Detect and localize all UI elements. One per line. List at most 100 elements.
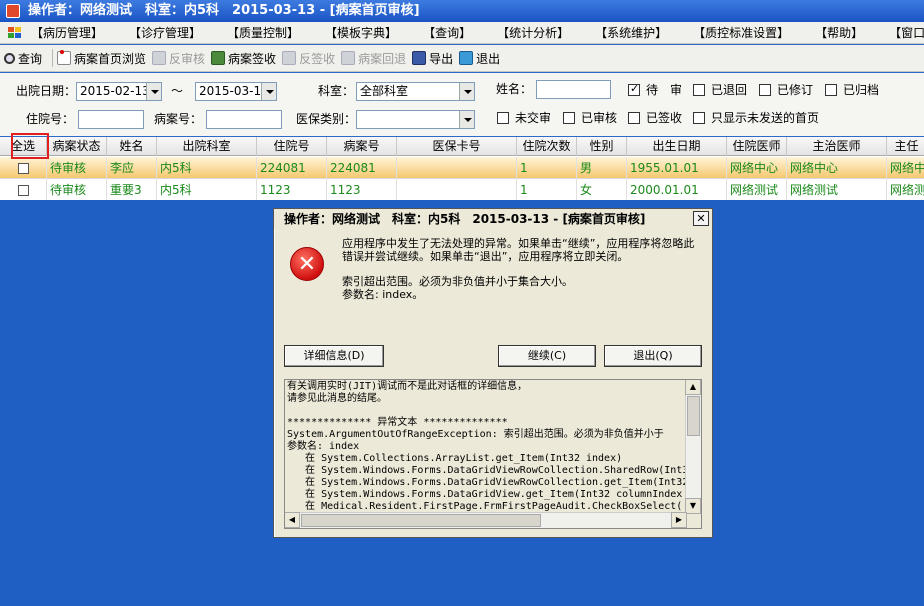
dialog-titlebar: 操作者：网络测试 科室：内5科 2015-03-13 - [病案首页审核] ✕ [274,209,712,229]
close-icon[interactable]: ✕ [693,211,709,226]
reverse-audit-label: 反审核 [169,51,206,66]
date-from-picker[interactable]: 2015-02-13 [76,82,162,101]
row-checkbox-cell[interactable] [0,179,47,200]
table-row[interactable]: 待审核 李应 内5科 224081 224081 1 男 1955.01.01 … [0,157,924,179]
menu-help[interactable]: 【帮助】 [802,22,876,44]
scroll-right-icon[interactable]: ▶ [671,512,687,528]
exit-button[interactable]: 退出 [459,47,500,69]
continue-button[interactable]: 继续(C) [498,345,596,367]
browse-button[interactable]: 病案首页浏览 [57,47,146,69]
inpatient-no-input[interactable] [78,110,144,129]
col-gender[interactable]: 性别 [577,137,627,156]
col-case-no[interactable]: 病案号 [327,137,397,156]
col-chief-doctor[interactable]: 主任 [887,137,924,156]
cell-discharge-dept: 内5科 [157,179,257,200]
cell-resident-doctor: 网络测试 [727,179,787,200]
row-checkbox[interactable] [17,184,29,196]
menu-template-dictionary[interactable]: 【模板字典】 [312,22,410,44]
col-name[interactable]: 姓名 [107,137,157,156]
cell-attending-doctor: 网络测试 [787,179,887,200]
col-status[interactable]: 病案状态 [47,137,107,156]
dept-select[interactable]: 全部科室 [356,82,475,101]
export-label: 导出 [429,51,454,66]
name-input[interactable] [536,80,611,99]
exit-icon [459,51,474,65]
cell-name: 重要3 [107,179,157,200]
col-attending-doctor[interactable]: 主治医师 [787,137,887,156]
col-discharge-dept[interactable]: 出院科室 [157,137,257,156]
menu-record-management[interactable]: 【病历管理】 [18,22,116,44]
audited-checkbox[interactable] [563,112,575,124]
row-checkbox-cell[interactable] [0,157,47,179]
menu-statistics[interactable]: 【统计分析】 [484,22,582,44]
menu-qc-standard[interactable]: 【质控标准设置】 [680,22,802,44]
vertical-scroll-thumb[interactable] [687,396,700,436]
query-button[interactable]: 查询 [4,47,42,69]
pending-label: 待 审 [646,83,683,97]
cell-birth-date: 2000.01.01 [627,179,727,200]
cell-gender: 男 [577,157,627,179]
dept-dropdown-icon[interactable] [459,83,474,100]
reverse-sign-button[interactable]: 反签收 [282,47,335,69]
date-range-tilde: ～ [171,84,184,98]
unsent-only-checkbox[interactable] [693,112,705,124]
revised-label: 已修订 [777,83,814,97]
sign-icon [211,51,226,65]
menu-window[interactable]: 【窗口】 [876,22,924,44]
quit-button[interactable]: 退出(Q) [604,345,702,367]
query-label: 查询 [18,51,43,66]
table-row[interactable]: 待审核 重要3 内5科 1123 1123 1 女 2000.01.01 网络测… [0,179,924,200]
date-from-value: 2015-02-13 [80,84,150,98]
signed-checkbox[interactable] [628,112,640,124]
search-icon [4,52,15,64]
case-return-button[interactable]: 病案回退 [341,47,406,69]
sign-receive-button[interactable]: 病案签收 [211,47,276,69]
browse-label: 病案首页浏览 [74,51,147,66]
cell-gender: 女 [577,179,627,200]
reverse-sign-icon [282,51,297,65]
date-to-dropdown-icon[interactable] [261,83,276,100]
case-no-input[interactable] [206,110,282,129]
menu-system-maintenance[interactable]: 【系统维护】 [582,22,680,44]
details-button[interactable]: 详细信息(D) [284,345,384,367]
date-from-dropdown-icon[interactable] [146,83,161,100]
pending-checkbox[interactable] [628,82,640,96]
reverse-audit-button[interactable]: 反审核 [152,47,205,69]
dialog-message: 应用程序中发生了无法处理的异常。如果单击“继续”，应用程序将忽略此错误并尝试继续… [342,237,702,301]
date-to-picker[interactable]: 2015-03-13 [195,82,277,101]
horizontal-scroll-thumb[interactable] [301,514,541,527]
row-checkbox[interactable] [17,162,29,174]
scroll-up-icon[interactable]: ▲ [685,380,701,395]
col-birth-date[interactable]: 出生日期 [627,137,727,156]
details-button-label: 详细信息(D) [303,349,365,362]
not-submitted-checkbox[interactable] [497,112,509,124]
col-insurance-card[interactable]: 医保卡号 [397,137,517,156]
archived-checkbox[interactable] [825,84,837,96]
scroll-down-icon[interactable]: ▼ [685,498,701,514]
col-admission-count[interactable]: 住院次数 [517,137,577,156]
cell-chief-doctor: 网络中 [887,157,924,179]
cell-status: 待审核 [47,157,107,179]
export-button[interactable]: 导出 [412,47,453,69]
menu-query[interactable]: 【查询】 [410,22,484,44]
cell-discharge-dept: 内5科 [157,157,257,179]
details-horizontal-scrollbar[interactable]: ◀ ▶ [285,512,687,528]
signed-label: 已签收 [646,111,683,125]
col-resident-doctor[interactable]: 住院医师 [727,137,787,156]
returned-checkbox[interactable] [693,84,705,96]
menu-diagnosis-management[interactable]: 【诊疗管理】 [116,22,214,44]
revised-checkbox[interactable] [759,84,771,96]
col-inpatient-no[interactable]: 住院号 [257,137,327,156]
insurance-type-select[interactable] [356,110,475,129]
reverse-audit-icon [152,51,167,65]
continue-button-label: 继续(C) [527,349,567,362]
cell-resident-doctor: 网络中心 [727,157,787,179]
scroll-left-icon[interactable]: ◀ [285,512,300,528]
details-vertical-scrollbar[interactable]: ▲ ▼ [685,380,701,514]
menu-quality-control[interactable]: 【质量控制】 [214,22,312,44]
details-textbox[interactable]: 有关调用实时(JIT)调试而不是此对话框的详细信息， 请参见此消息的结尾。 **… [284,379,702,529]
export-icon [412,51,427,65]
insurance-dropdown-icon[interactable] [459,111,474,128]
message-main: 应用程序中发生了无法处理的异常。如果单击“继续”，应用程序将忽略此错误并尝试继续… [342,237,695,263]
cell-attending-doctor: 网络中心 [787,157,887,179]
